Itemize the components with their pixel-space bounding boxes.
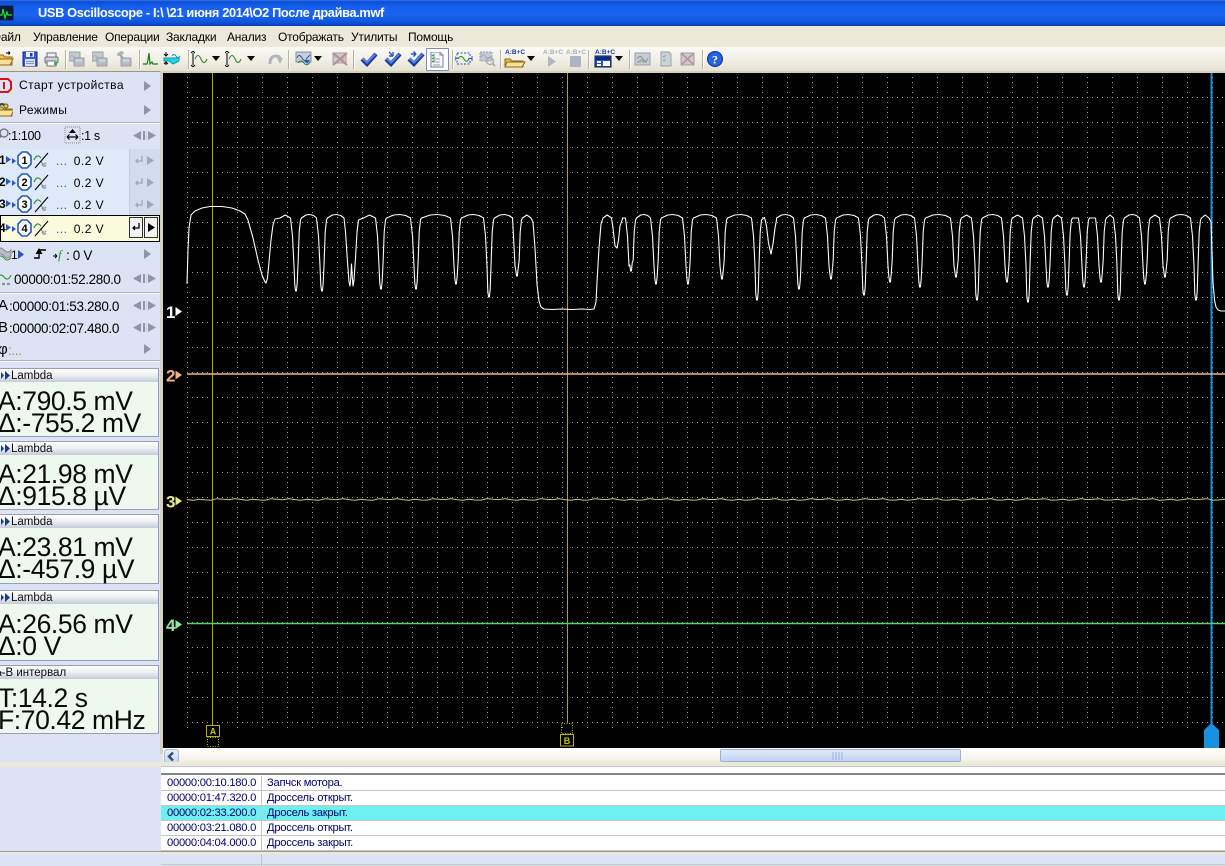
svg-text:1: 1: [166, 303, 175, 322]
svg-text:A:B+C: A:B+C: [595, 49, 615, 56]
svg-text:3: 3: [21, 199, 27, 211]
svg-text:2: 2: [21, 177, 27, 189]
svg-text:A:B+C: A:B+C: [543, 49, 563, 56]
svg-text:A:B+C: A:B+C: [566, 49, 586, 56]
svg-text:A: A: [210, 727, 217, 737]
svg-text:4: 4: [21, 223, 28, 235]
svg-text:3: 3: [166, 493, 175, 512]
svg-text:2: 2: [166, 367, 175, 386]
svg-text:f: f: [58, 247, 64, 262]
svg-text:B: B: [564, 736, 571, 746]
svg-text:1: 1: [21, 155, 27, 167]
svg-text:A:B+C: A:B+C: [505, 49, 525, 56]
svg-text:?: ?: [712, 53, 718, 67]
